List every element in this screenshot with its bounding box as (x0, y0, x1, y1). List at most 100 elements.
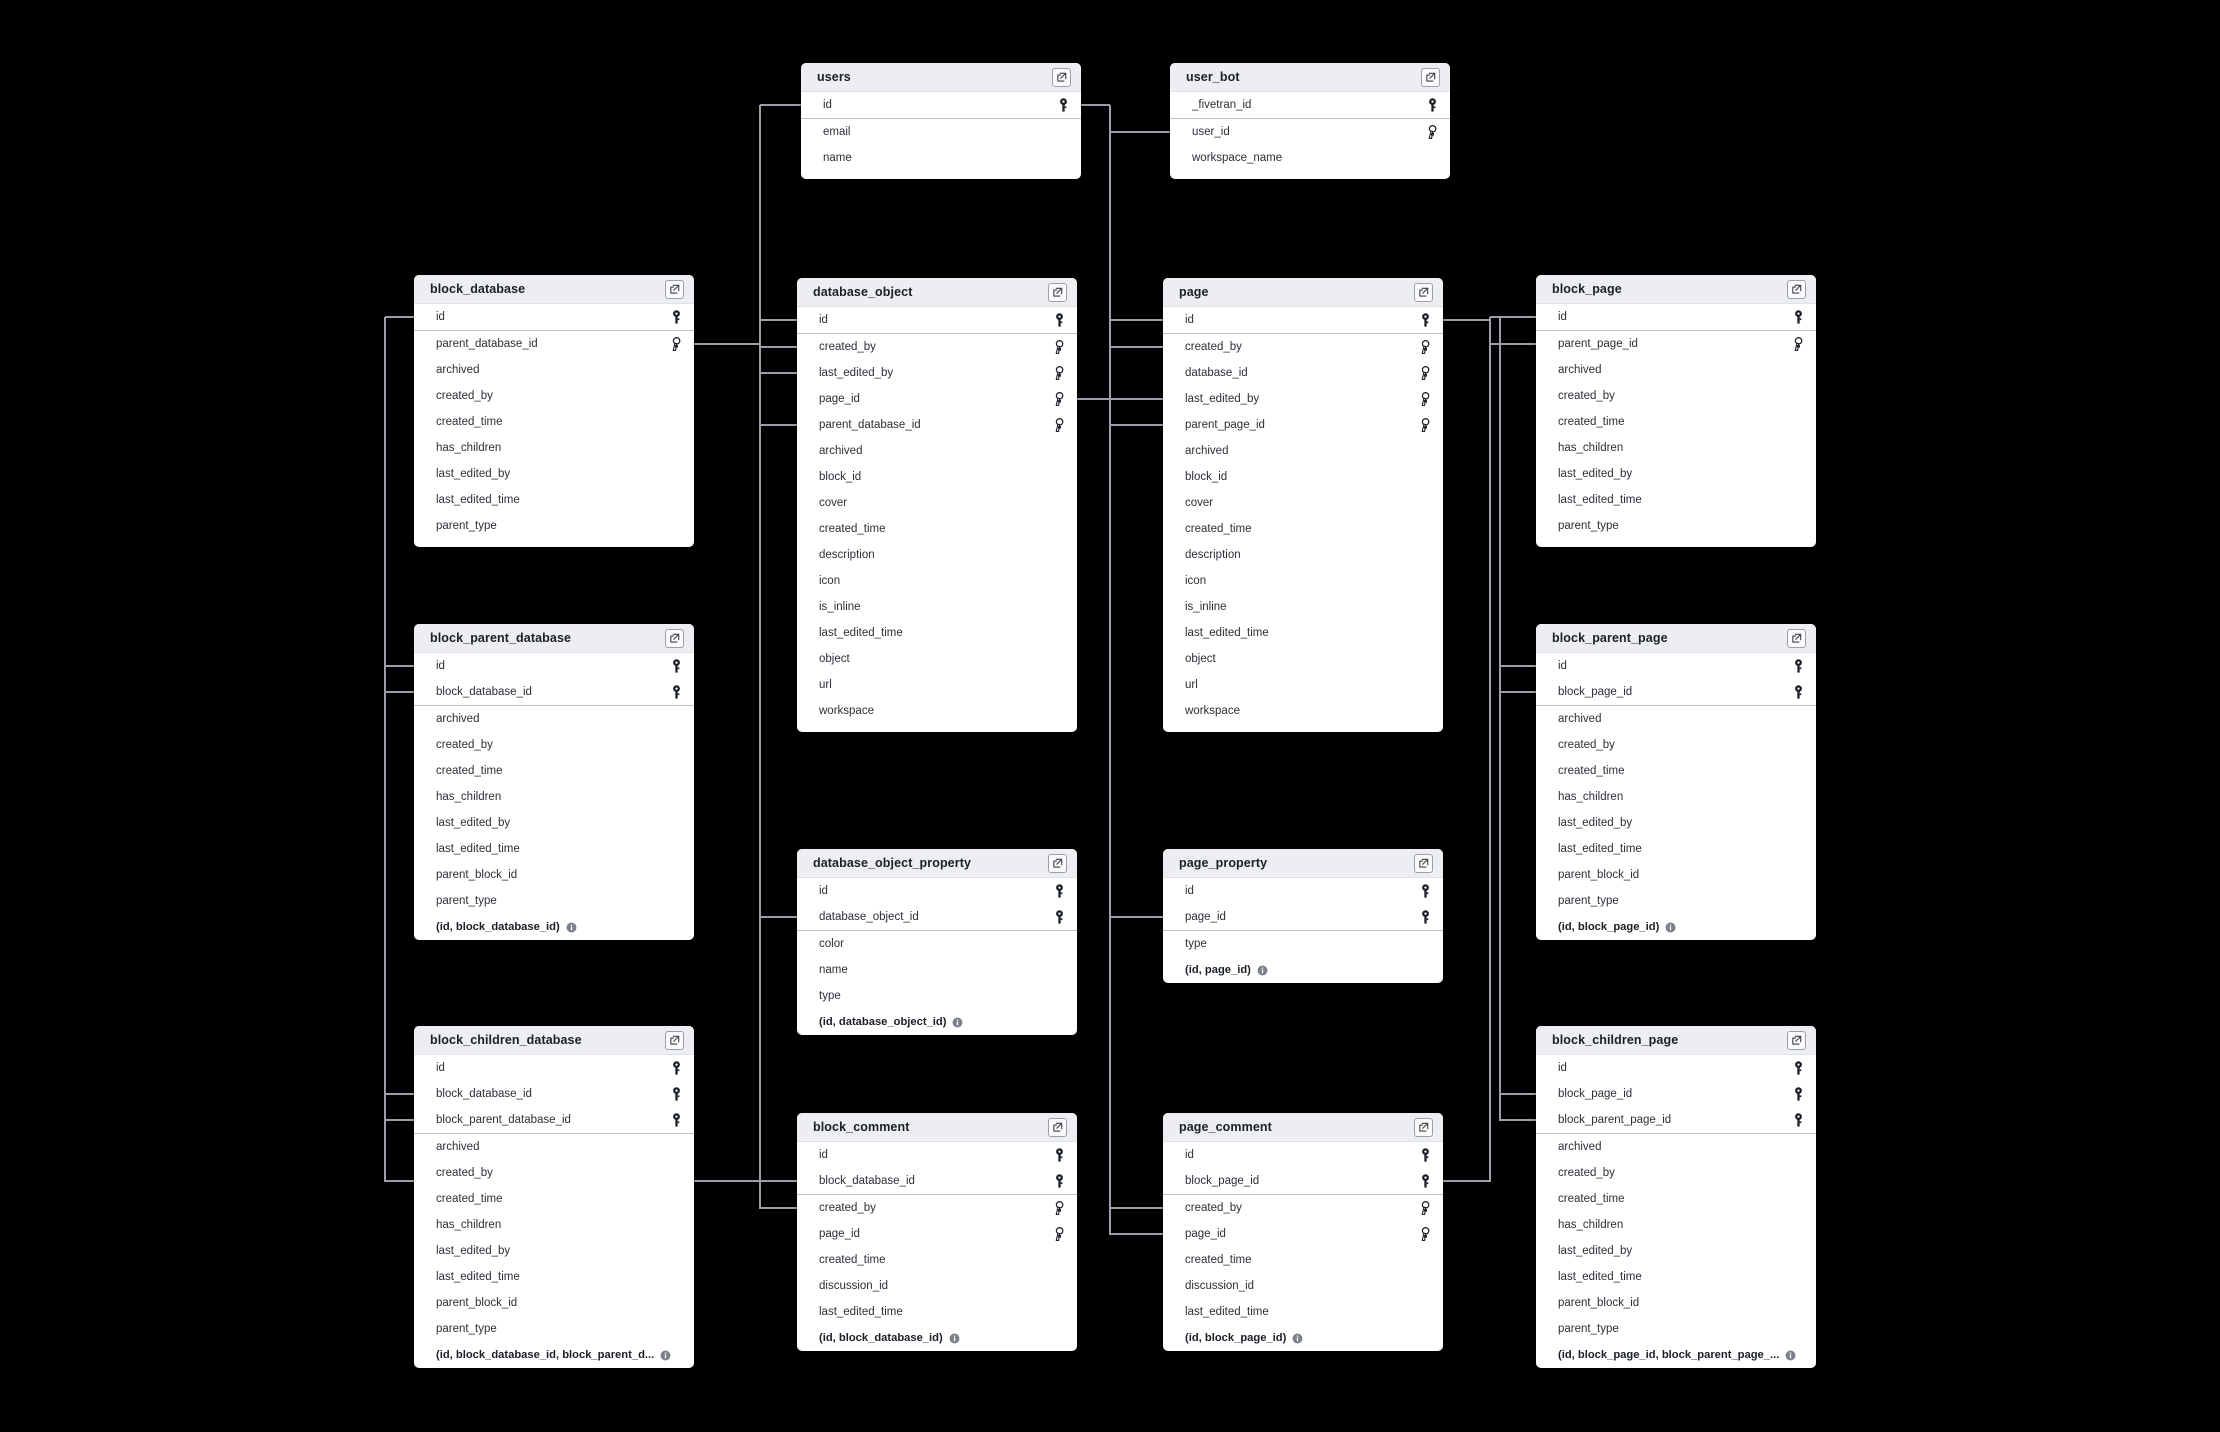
column-row[interactable]: has_children (414, 435, 694, 461)
external-link-icon[interactable] (665, 279, 684, 299)
column-row[interactable]: is_inline (1163, 594, 1443, 620)
column-row[interactable]: id (797, 1142, 1077, 1168)
column-row[interactable]: created_time (1163, 1247, 1443, 1273)
column-row[interactable]: url (797, 672, 1077, 698)
column-row[interactable]: archived (797, 438, 1077, 464)
column-row[interactable]: created_by (414, 1160, 694, 1186)
column-row[interactable]: id (797, 878, 1077, 904)
column-row[interactable]: has_children (1536, 1212, 1816, 1238)
table-card-page_comment[interactable]: page_comment id block_page_id created_by pag… (1163, 1113, 1443, 1351)
column-row[interactable]: has_children (1536, 435, 1816, 461)
table-card-page[interactable]: page id created_by database_id last_edited_b… (1163, 278, 1443, 732)
column-row[interactable]: last_edited_by (1536, 461, 1816, 487)
column-row[interactable]: created_by (414, 732, 694, 758)
column-row[interactable]: parent_type (1536, 513, 1816, 539)
column-row[interactable]: color (797, 931, 1077, 957)
column-row[interactable]: block_parent_database_id (414, 1107, 694, 1133)
column-row[interactable]: created_time (414, 1186, 694, 1212)
column-row[interactable]: last_edited_by (1163, 386, 1443, 412)
table-card-page_property[interactable]: page_property id page_id type (id, page_id) (1163, 849, 1443, 983)
column-row[interactable]: last_edited_time (797, 620, 1077, 646)
column-row[interactable]: archived (414, 706, 694, 732)
external-link-icon[interactable] (1787, 628, 1806, 648)
info-icon[interactable] (952, 1017, 963, 1028)
column-row[interactable]: name (801, 145, 1081, 171)
external-link-icon[interactable] (1787, 279, 1806, 299)
info-icon[interactable] (1257, 965, 1268, 976)
column-row[interactable]: parent_block_id (414, 862, 694, 888)
column-row[interactable]: cover (1163, 490, 1443, 516)
column-row[interactable]: parent_database_id (414, 331, 694, 357)
column-row[interactable]: page_id (797, 386, 1077, 412)
column-row[interactable]: block_parent_page_id (1536, 1107, 1816, 1133)
table-card-block_parent_database[interactable]: block_parent_database id block_database_id… (414, 624, 694, 940)
column-row[interactable]: block_database_id (414, 679, 694, 705)
column-row[interactable]: last_edited_time (1536, 836, 1816, 862)
column-row[interactable]: description (1163, 542, 1443, 568)
column-row[interactable]: parent_page_id (1163, 412, 1443, 438)
column-row[interactable]: created_time (797, 516, 1077, 542)
table-card-user_bot[interactable]: user_bot _fivetran_id user_id workspace_nam… (1170, 63, 1450, 179)
column-row[interactable]: id (1536, 653, 1816, 679)
table-card-block_page[interactable]: block_page id parent_page_id archived create… (1536, 275, 1816, 547)
table-card-block_parent_page[interactable]: block_parent_page id block_page_id archived… (1536, 624, 1816, 940)
column-row[interactable]: id (1536, 1055, 1816, 1081)
column-row[interactable]: parent_type (1536, 1316, 1816, 1342)
column-row[interactable]: cover (797, 490, 1077, 516)
column-row[interactable]: icon (1163, 568, 1443, 594)
column-row[interactable]: parent_type (414, 1316, 694, 1342)
column-row[interactable]: created_time (797, 1247, 1077, 1273)
column-row[interactable]: id (1163, 878, 1443, 904)
column-row[interactable]: id (1163, 1142, 1443, 1168)
column-row[interactable]: description (797, 542, 1077, 568)
external-link-icon[interactable] (665, 1030, 684, 1050)
column-row[interactable]: block_page_id (1536, 1081, 1816, 1107)
column-row[interactable]: created_by (1536, 732, 1816, 758)
column-row[interactable]: last_edited_time (1163, 620, 1443, 646)
table-card-block_comment[interactable]: block_comment id block_database_id created_… (797, 1113, 1077, 1351)
table-card-block_database[interactable]: block_database id parent_database_id archiv… (414, 275, 694, 547)
column-row[interactable]: id (414, 304, 694, 330)
column-row[interactable]: block_page_id (1536, 679, 1816, 705)
column-row[interactable]: last_edited_by (414, 461, 694, 487)
column-row[interactable]: block_page_id (1163, 1168, 1443, 1194)
column-row[interactable]: user_id (1170, 119, 1450, 145)
column-row[interactable]: block_database_id (414, 1081, 694, 1107)
column-row[interactable]: archived (1536, 706, 1816, 732)
external-link-icon[interactable] (1414, 853, 1433, 873)
column-row[interactable]: page_id (797, 1221, 1077, 1247)
external-link-icon[interactable] (1414, 1117, 1433, 1137)
column-row[interactable]: last_edited_by (414, 810, 694, 836)
column-row[interactable]: _fivetran_id (1170, 92, 1450, 118)
external-link-icon[interactable] (1414, 282, 1433, 302)
column-row[interactable]: last_edited_time (414, 836, 694, 862)
column-row[interactable]: icon (797, 568, 1077, 594)
column-row[interactable]: parent_type (414, 888, 694, 914)
column-row[interactable]: last_edited_by (414, 1238, 694, 1264)
column-row[interactable]: archived (1536, 1134, 1816, 1160)
column-row[interactable]: parent_block_id (1536, 862, 1816, 888)
column-row[interactable]: last_edited_by (1536, 810, 1816, 836)
column-row[interactable]: parent_database_id (797, 412, 1077, 438)
column-row[interactable]: created_by (797, 1195, 1077, 1221)
info-icon[interactable] (1292, 1333, 1303, 1344)
column-row[interactable]: parent_block_id (414, 1290, 694, 1316)
column-row[interactable]: object (1163, 646, 1443, 672)
column-row[interactable]: block_id (797, 464, 1077, 490)
column-row[interactable]: last_edited_time (1536, 487, 1816, 513)
column-row[interactable]: type (1163, 931, 1443, 957)
column-row[interactable]: id (1536, 304, 1816, 330)
table-card-block_children_database[interactable]: block_children_database id block_database_… (414, 1026, 694, 1368)
external-link-icon[interactable] (1787, 1030, 1806, 1050)
external-link-icon[interactable] (1048, 853, 1067, 873)
column-row[interactable]: archived (1536, 357, 1816, 383)
column-row[interactable]: created_time (414, 758, 694, 784)
column-row[interactable]: created_by (1163, 334, 1443, 360)
info-icon[interactable] (660, 1350, 671, 1361)
column-row[interactable]: archived (414, 1134, 694, 1160)
column-row[interactable]: last_edited_time (1536, 1264, 1816, 1290)
external-link-icon[interactable] (665, 628, 684, 648)
external-link-icon[interactable] (1048, 1117, 1067, 1137)
column-row[interactable]: workspace_name (1170, 145, 1450, 171)
column-row[interactable]: has_children (414, 1212, 694, 1238)
